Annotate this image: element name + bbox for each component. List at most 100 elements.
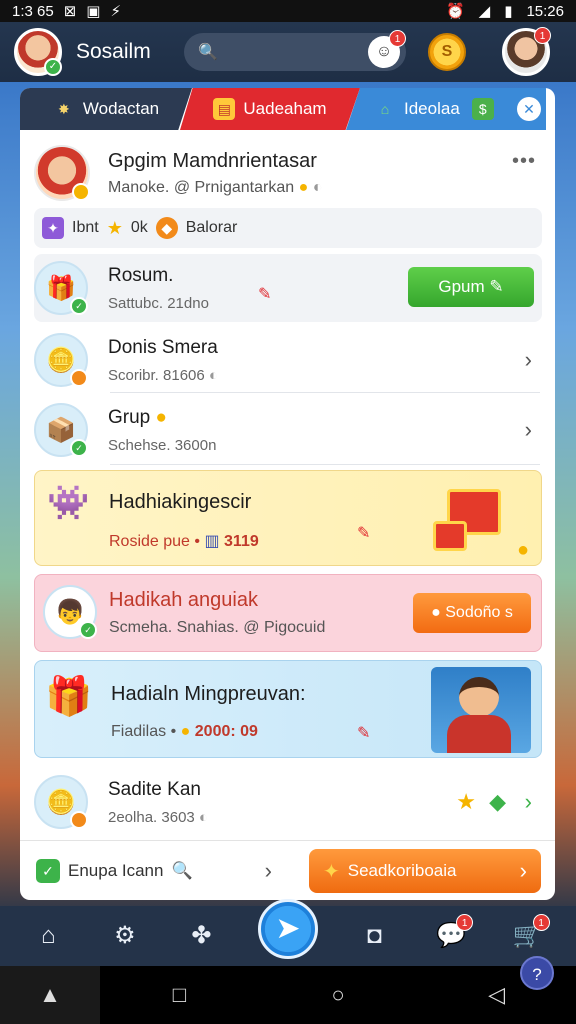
crate-icon: 📦 ✓ <box>34 403 88 457</box>
tab-bar: ✸ Wodactan ▤ Uadeaham ⌂ Ideolaa $ ✕ <box>20 88 555 130</box>
profile-picture[interactable] <box>34 145 90 201</box>
tab-uadeaham[interactable]: ▤ Uadeaham <box>180 88 360 130</box>
row-title: Sadite Kan <box>108 778 201 800</box>
coin-icon: ● <box>431 604 446 621</box>
promo-card-yellow[interactable]: 👾 Hadhiakingescir Roside pue • ▥ 3119 ✎ … <box>34 470 542 566</box>
chevron-right-icon: › <box>519 858 527 883</box>
info-icon: ◐ <box>198 808 208 826</box>
more-options-icon[interactable]: ••• <box>512 150 536 173</box>
promo-card-pink[interactable]: 👦 ✓ Hadikah anguiak Scmeha. Snahias. @ P… <box>34 574 542 652</box>
home-icon[interactable]: ⌂ <box>28 916 68 956</box>
coin-stack-icon: 🪙 <box>34 775 88 829</box>
lightning-icon: ⚡ <box>110 3 122 20</box>
coin-icon <box>70 811 88 829</box>
verified-check-icon: ✓ <box>79 621 97 639</box>
list-item[interactable]: 📦 ✓ Grup ● Schehse. 3600n › <box>34 396 542 464</box>
info-icon: ◐ <box>208 366 218 384</box>
coin-icon <box>70 369 88 387</box>
action-label: Seadkoriboaia <box>347 861 457 880</box>
recents-icon[interactable]: □ <box>100 982 259 1008</box>
house-icon: ⌂ <box>380 101 390 117</box>
profile-avatar[interactable]: 1 <box>502 27 551 76</box>
stats-label-2: Balorar <box>185 219 238 236</box>
search-icon: 🔍 <box>198 44 218 61</box>
promo-title: Hadialn Mingpreuvan: <box>111 683 306 705</box>
tab-wodactan[interactable]: ✸ Wodactan <box>20 88 192 130</box>
promo-subtitle: Roside pue • <box>109 533 200 550</box>
coin-icon: ● <box>155 406 168 428</box>
battery-icon: ▮ <box>504 3 513 20</box>
chat-badge: 1 <box>456 914 474 931</box>
action-button[interactable]: ✦ Seadkoriboaia › <box>309 849 541 893</box>
profile-subtitle: Manoke. @ Prnigantarkan <box>108 178 295 196</box>
profile-header: Gpgim Mamdnrientasar Manoke. @ Prniganta… <box>34 142 544 204</box>
sodono-button[interactable]: ● Sodoño s <box>413 593 531 633</box>
main-panel: ✸ Wodactan ▤ Uadeaham ⌂ Ideolaa $ ✕ Gpgi… <box>20 88 555 900</box>
menu-icon[interactable]: ▲ <box>0 966 100 1024</box>
top-app-bar: ✓ Sosailm 🔍 ☺ 1 S 1 <box>0 22 576 82</box>
alert-icon[interactable]: ◘ <box>355 916 395 956</box>
star-icon: ★ <box>456 789 476 814</box>
divider <box>110 464 540 465</box>
storage-icon: ▣ <box>86 3 101 20</box>
sparkle-icon: ✸ <box>58 101 70 117</box>
medal-icon: ◆ <box>155 217 178 239</box>
monster-icon: 👾 <box>47 484 90 522</box>
stats-label-1: Ibnt <box>72 219 99 236</box>
character-illustration <box>431 667 531 753</box>
app-title: Sosailm <box>76 40 151 63</box>
status-time-right: 15:26 <box>526 2 564 20</box>
coins-icon: 🪙 <box>34 333 88 387</box>
promo-subtitle: Scmeha. Snahias. @ Pigocuid <box>109 619 326 636</box>
row-subtitle: Schehse. 3600n <box>108 436 217 454</box>
coin-icon: ● <box>298 178 309 196</box>
bot-face-icon[interactable]: ☺ 1 <box>368 30 406 68</box>
cash-icon: $ <box>471 98 494 120</box>
check-icon: ✓ <box>36 858 60 883</box>
back-icon[interactable]: ◁ <box>417 982 576 1008</box>
chat-icon[interactable]: 💬 1 <box>431 914 474 956</box>
help-button[interactable]: ? <box>520 956 554 990</box>
stats-value: 0k <box>130 219 148 236</box>
status-bar: 1:3 65 ⊠ ▣ ⚡ ⏰ ◢ ▮ 15:26 <box>0 0 576 22</box>
search-shortcut-label: Enupa Icann <box>68 860 164 880</box>
list-item[interactable]: 🎁 ✓ Rosum. Sattubc. 21dno ✎ Gpum ✎ <box>34 254 542 322</box>
chevron-right-icon[interactable]: › <box>525 417 532 443</box>
settings-icon[interactable]: ⚙ <box>105 916 145 956</box>
coin-button[interactable]: S <box>428 33 466 71</box>
puzzle-icon[interactable]: ✤ <box>181 916 221 956</box>
gift-box-icon <box>433 521 467 551</box>
status-time-left: 1:3 65 <box>12 2 54 20</box>
lipstick-icon: ✎ <box>357 525 371 542</box>
row-title: Rosum. <box>108 264 174 286</box>
list-item[interactable]: 🪙 Sadite Kan 2eolha. 3603 ◐ ★ ◆ › <box>34 768 542 836</box>
search-icon: 🔍 <box>171 860 193 880</box>
gpum-button[interactable]: Gpum ✎ <box>408 267 534 307</box>
signal-icon: ◢ <box>478 3 491 20</box>
tab-ideolaa[interactable]: ⌂ Ideolaa $ <box>346 88 546 130</box>
system-navigation: ▲ □ ○ ◁ <box>0 966 576 1024</box>
user-avatar[interactable]: ✓ <box>14 28 62 76</box>
barrel-icon: ▥ <box>204 533 220 550</box>
chest-icon: 🎁 ✓ <box>34 261 88 315</box>
boy-avatar: 👦 ✓ <box>43 585 97 639</box>
lipstick-icon: ✎ <box>258 286 272 303</box>
profile-badge: 1 <box>534 27 551 44</box>
create-button[interactable]: ➤ <box>257 899 318 959</box>
home-circle-icon[interactable]: ○ <box>259 982 418 1008</box>
search-shortcut[interactable]: ✓ Enupa Icann 🔍 › <box>20 841 290 901</box>
promo-value: 3119 <box>224 533 259 550</box>
treasure-chest-icon: 🎁 <box>45 676 93 718</box>
star-badge-icon: ✦ <box>323 860 340 883</box>
close-icon[interactable]: ✕ <box>517 97 541 121</box>
search-bar[interactable]: 🔍 ☺ 1 <box>184 30 406 71</box>
gift-icon: ▤ <box>213 98 236 120</box>
promo-card-blue[interactable]: 🎁 Hadialn Mingpreuvan: Fiadilas • ● 2000… <box>34 660 542 758</box>
alarm-icon: ⏰ <box>445 3 465 20</box>
list-item[interactable]: 🪙 Donis Smera Scoribr. 81606 ◐ › <box>34 326 542 394</box>
chevron-right-icon[interactable]: › <box>525 789 532 815</box>
stats-strip: ✦ Ibnt ★ 0k ◆ Balorar <box>34 208 542 248</box>
chevron-right-icon[interactable]: › <box>525 347 532 373</box>
bottom-nav: ⌂ ⚙ ✤ ➤ ◘ 💬 1 🛒 1 <box>0 899 576 966</box>
cart-icon[interactable]: 🛒 1 <box>508 914 550 956</box>
